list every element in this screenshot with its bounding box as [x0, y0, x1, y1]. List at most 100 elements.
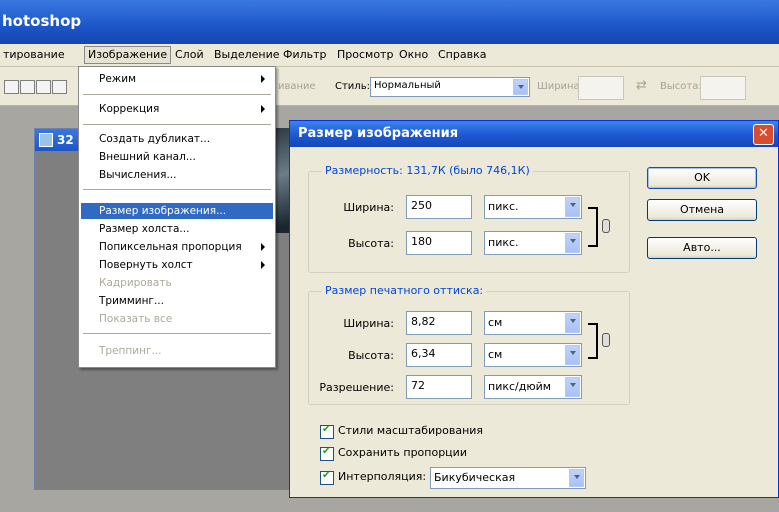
ok-button[interactable]: OK: [647, 167, 757, 189]
menu-item-apply-image[interactable]: Внешний канал...: [81, 149, 273, 165]
scale-styles-label: Стили масштабирования: [338, 424, 484, 437]
menu-item-calculations[interactable]: Вычисления...: [81, 167, 273, 183]
chevron-down-icon: [565, 233, 580, 253]
menu-bar: тирование Изображение Слой Выделение Фил…: [0, 44, 779, 67]
dialog-title-bar[interactable]: Размер изображения ✕: [290, 121, 778, 147]
height-input[interactable]: [700, 76, 746, 100]
chevron-down-icon: [513, 79, 528, 95]
menu-item-label: Повернуть холст: [99, 259, 193, 271]
height-label: Высота:: [660, 81, 702, 92]
chevron-down-icon: [565, 345, 580, 365]
antialias-label: ивание: [278, 81, 316, 92]
pixel-height-label: Высота:: [348, 237, 394, 250]
resample-checkbox[interactable]: [320, 470, 334, 485]
intersect-selection-icon[interactable]: [52, 80, 67, 94]
menu-layer[interactable]: Слой: [172, 47, 207, 63]
image-menu-dropdown: Режим Коррекция Создать дубликат... Внеш…: [78, 66, 276, 368]
chevron-down-icon: [565, 197, 580, 217]
add-selection-icon[interactable]: [20, 80, 35, 94]
menu-item-image-size[interactable]: Размер изображения...: [81, 203, 273, 219]
pixel-width-unit: пикс.: [488, 200, 519, 213]
doc-link-bracket: [588, 323, 598, 359]
menu-item-label: Коррекция: [99, 103, 160, 115]
cancel-button[interactable]: Отмена: [647, 199, 757, 221]
chevron-down-icon: [565, 313, 580, 333]
menu-item-canvas-size[interactable]: Размер холста...: [81, 221, 273, 237]
width-label: Ширина:: [537, 81, 584, 92]
menu-image[interactable]: Изображение: [84, 46, 172, 64]
constrain-proportions-label: Сохранить пропорции: [338, 446, 467, 459]
pixel-link-bracket: [588, 207, 598, 247]
subtract-selection-icon[interactable]: [36, 80, 51, 94]
chain-link-icon: [602, 219, 610, 233]
menu-edit[interactable]: тирование: [0, 47, 68, 63]
menu-item-label: Режим: [99, 73, 136, 85]
style-label: Стиль:: [335, 81, 370, 92]
menu-item-duplicate[interactable]: Создать дубликат...: [81, 131, 273, 147]
menu-select[interactable]: Выделение: [211, 47, 283, 63]
menu-separator: [83, 189, 271, 190]
doc-width-unit: см: [488, 316, 503, 329]
doc-height-unit: см: [488, 348, 503, 361]
document-size-heading: Размер печатного оттиска:: [322, 284, 487, 297]
resolution-unit: пикс/дюйм: [488, 380, 552, 393]
pixel-width-unit-select[interactable]: пикс.: [484, 195, 582, 219]
doc-height-unit-select[interactable]: см: [484, 343, 582, 367]
doc-width-unit-select[interactable]: см: [484, 311, 582, 335]
menu-separator: [83, 124, 271, 125]
style-value: Нормальный: [374, 80, 441, 91]
width-input[interactable]: [578, 76, 624, 100]
menu-window[interactable]: Окно: [396, 47, 431, 63]
app-title-bar: hotoshop: [0, 0, 779, 44]
new-selection-icon[interactable]: [4, 80, 19, 94]
menu-item-pixel-aspect[interactable]: Попиксельная пропорция: [81, 239, 273, 255]
menu-item-crop: Кадрировать: [99, 277, 172, 289]
menu-item-reveal-all: Показать все: [99, 313, 173, 325]
menu-help[interactable]: Справка: [435, 47, 489, 63]
resample-method-select[interactable]: Бикубическая: [430, 467, 586, 489]
submenu-arrow-icon: [261, 75, 265, 83]
submenu-arrow-icon: [261, 243, 265, 251]
resample-label: Интерполяция:: [338, 470, 427, 483]
menu-item-adjustments[interactable]: Коррекция: [81, 101, 273, 117]
pixel-height-unit: пикс.: [488, 236, 519, 249]
menu-item-trim[interactable]: Тримминг...: [81, 293, 273, 309]
doc-height-label: Высота:: [348, 349, 394, 362]
resolution-label: Разрешение:: [319, 381, 394, 394]
document-title: 32: [57, 133, 74, 147]
chain-link-icon: [602, 333, 610, 347]
constrain-proportions-checkbox[interactable]: [320, 446, 334, 461]
menu-separator: [83, 333, 271, 334]
menu-item-mode[interactable]: Режим: [81, 71, 273, 87]
scale-styles-checkbox[interactable]: [320, 424, 334, 439]
doc-width-label: Ширина:: [343, 317, 394, 330]
chevron-down-icon: [569, 469, 584, 487]
menu-separator: [83, 94, 271, 95]
chevron-down-icon: [565, 377, 580, 397]
pixel-dimensions-heading: Размерность: 131,7К (было 746,1К): [322, 164, 533, 177]
doc-height-input[interactable]: 6,34: [406, 343, 472, 367]
pixel-width-input[interactable]: 250: [406, 195, 472, 219]
swap-icon[interactable]: ⇄: [636, 78, 647, 93]
image-size-dialog: Размер изображения ✕ Размерность: 131,7К…: [289, 120, 779, 498]
menu-filter[interactable]: Фильтр: [280, 47, 330, 63]
menu-item-label: Попиксельная пропорция: [99, 241, 242, 253]
menu-view[interactable]: Просмотр: [334, 47, 396, 63]
document-icon: [39, 133, 53, 147]
submenu-arrow-icon: [261, 105, 265, 113]
auto-button[interactable]: Авто...: [647, 237, 757, 259]
resample-method: Бикубическая: [434, 471, 516, 484]
pixel-width-label: Ширина:: [343, 201, 394, 214]
resolution-input[interactable]: 72: [406, 375, 472, 399]
doc-width-input[interactable]: 8,82: [406, 311, 472, 335]
close-icon[interactable]: ✕: [753, 124, 774, 145]
app-title: hotoshop: [2, 12, 82, 30]
menu-item-trap: Треппинг...: [99, 345, 162, 357]
pixel-dimensions-group: [308, 171, 630, 273]
pixel-height-input[interactable]: 180: [406, 231, 472, 255]
style-select[interactable]: Нормальный: [370, 77, 530, 97]
dialog-title: Размер изображения: [298, 126, 459, 141]
resolution-unit-select[interactable]: пикс/дюйм: [484, 375, 582, 399]
pixel-height-unit-select[interactable]: пикс.: [484, 231, 582, 255]
menu-item-rotate-canvas[interactable]: Повернуть холст: [81, 257, 273, 273]
